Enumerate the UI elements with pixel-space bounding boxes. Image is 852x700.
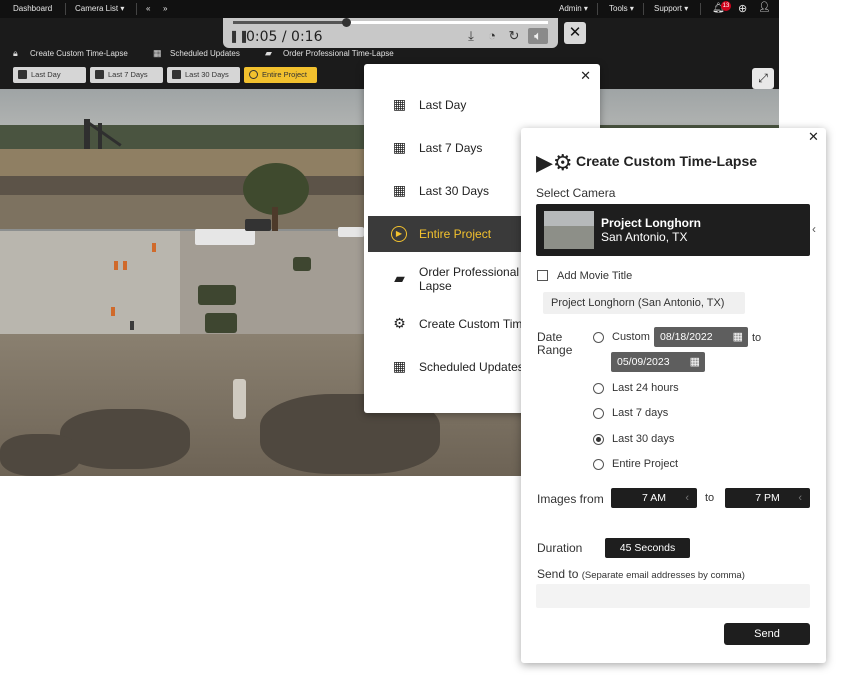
custom-label: Custom: [612, 331, 650, 343]
calendar-icon[interactable]: ▦: [733, 327, 743, 347]
close-player-button[interactable]: ✕: [564, 22, 586, 44]
calendar-7-icon: ▦: [392, 139, 407, 155]
user-icon[interactable]: 👤︎: [758, 2, 771, 13]
images-to-label: to: [705, 492, 715, 504]
globe-icon[interactable]: ⊕: [738, 2, 747, 15]
time-from-select[interactable]: 7 AM ‹: [611, 488, 697, 508]
action-bar: 🔒︎ Create Custom Time-Lapse ▦ Scheduled …: [0, 45, 779, 63]
duration-select[interactable]: 45 Seconds: [605, 538, 690, 558]
calendar-icon: [172, 70, 181, 79]
select-camera-label: Select Camera: [536, 186, 616, 200]
nav-divider: [700, 3, 701, 15]
create-custom-timelapse-panel: ✕ ▶⚙ Create Custom Time-Lapse Select Cam…: [521, 128, 826, 663]
speed-icon[interactable]: ◔: [484, 28, 500, 44]
calendar-icon[interactable]: ▦: [690, 352, 700, 372]
download-icon[interactable]: ⤓: [463, 28, 479, 44]
nav-dashboard[interactable]: Dashboard: [13, 4, 52, 13]
option-last-7-days: Last 7 days: [612, 407, 669, 419]
nav-divider: [597, 3, 598, 15]
create-custom-timelapse-link[interactable]: Create Custom Time-Lapse: [30, 49, 128, 58]
chevron-left-icon: ‹: [685, 492, 689, 504]
images-from-label: Images from: [537, 492, 604, 506]
movie-title-input[interactable]: Project Longhorn (San Antonio, TX): [543, 292, 745, 314]
duration-label: Duration: [537, 541, 583, 555]
top-nav: Dashboard Camera List ▾ « » Admin ▾ Tool…: [0, 0, 779, 18]
add-movie-title-label: Add Movie Title: [557, 270, 633, 282]
calendar-1-icon: ▦: [392, 96, 407, 112]
player-time: 0:05 / 0:16: [246, 29, 323, 45]
calendar-clock-icon: ▦: [392, 358, 407, 374]
pause-icon[interactable]: ❚❚: [229, 28, 249, 44]
progress-fill: [233, 21, 347, 24]
option-last-30-days: Last 30 days: [612, 433, 675, 445]
send-to-hint: (Separate email addresses by comma): [581, 570, 745, 581]
date-from-input[interactable]: 08/18/2022 ▦: [654, 327, 748, 347]
replay-icon[interactable]: ↻: [506, 28, 522, 44]
nav-prev-camera[interactable]: «: [146, 4, 150, 13]
send-to-label: Send to (Separate email addresses by com…: [537, 567, 745, 581]
panel-title: Create Custom Time-Lapse: [576, 153, 758, 169]
camera-thumbnail: [544, 211, 594, 249]
play-circle-icon: [249, 70, 258, 79]
notification-badge: 13: [721, 1, 731, 11]
nav-support[interactable]: Support ▾: [654, 4, 688, 13]
radio-last-7-days[interactable]: [593, 408, 604, 419]
camera-gear-icon: ⚙: [393, 315, 406, 331]
add-movie-title-checkbox[interactable]: [537, 270, 548, 281]
close-menu-icon[interactable]: ✕: [580, 68, 591, 84]
camera-name: Project Longhorn: [601, 216, 701, 230]
range-entire-project-button[interactable]: Entire Project: [244, 67, 317, 83]
clapperboard-icon: ▰: [265, 48, 272, 58]
volume-icon[interactable]: 🔈︎: [528, 28, 548, 44]
option-entire-project: Entire Project: [612, 458, 679, 470]
radio-last-30-days[interactable]: [593, 434, 604, 445]
menu-item-last-day[interactable]: ▦ Last Day: [368, 87, 594, 123]
send-button[interactable]: Send: [724, 623, 810, 645]
calendar-clock-icon: ▦: [153, 48, 162, 58]
radio-custom[interactable]: [593, 332, 604, 343]
option-last-24-hours: Last 24 hours: [612, 382, 679, 394]
progress-track[interactable]: [233, 18, 548, 27]
video-player: ❚❚ 0:05 / 0:16 ⤓ ◔ ↻ 🔈︎: [223, 18, 558, 48]
lock-icon: 🔒︎: [13, 48, 18, 58]
send-to-input[interactable]: [536, 584, 810, 608]
radio-last-24-hours[interactable]: [593, 383, 604, 394]
radio-entire-project[interactable]: [593, 459, 604, 470]
nav-tools[interactable]: Tools ▾: [609, 4, 634, 13]
nav-divider: [136, 3, 137, 15]
close-panel-icon[interactable]: ✕: [808, 129, 819, 145]
fullscreen-icon[interactable]: ⤢: [752, 68, 774, 89]
camera-location: San Antonio, TX: [601, 230, 688, 244]
time-to-select[interactable]: 7 PM ‹: [725, 488, 810, 508]
progress-knob[interactable]: [342, 18, 352, 27]
camera-gear-icon: ▶⚙: [536, 150, 573, 175]
date-range-label-2: Range: [537, 343, 573, 357]
range-last-day-button[interactable]: Last Day: [13, 67, 86, 83]
pipe-stub: [233, 379, 246, 419]
calendar-icon: [18, 70, 27, 79]
play-circle-icon: ▶: [391, 226, 407, 242]
chevron-left-icon: ‹: [798, 492, 802, 504]
nav-camera-list[interactable]: Camera List ▾: [75, 4, 124, 13]
range-last-7-days-button[interactable]: Last 7 Days: [90, 67, 163, 83]
range-last-30-days-button[interactable]: Last 30 Days: [167, 67, 240, 83]
nav-admin[interactable]: Admin ▾: [559, 4, 588, 13]
date-range-label: Date: [537, 330, 563, 344]
nav-divider: [65, 3, 66, 15]
calendar-30-icon: ▦: [392, 182, 407, 198]
nav-divider: [643, 3, 644, 15]
scheduled-updates-link[interactable]: Scheduled Updates: [170, 49, 240, 58]
date-to-input[interactable]: 05/09/2023 ▦: [611, 352, 705, 372]
calendar-icon: [95, 70, 104, 79]
order-professional-link[interactable]: Order Professional Time-Lapse: [283, 49, 394, 58]
camera-selector[interactable]: Project Longhorn San Antonio, TX: [536, 204, 810, 256]
to-label: to: [752, 332, 762, 344]
nav-next-camera[interactable]: »: [163, 4, 167, 13]
chevron-left-icon[interactable]: ‹: [812, 222, 816, 236]
clapperboard-icon: ▰: [394, 270, 405, 286]
